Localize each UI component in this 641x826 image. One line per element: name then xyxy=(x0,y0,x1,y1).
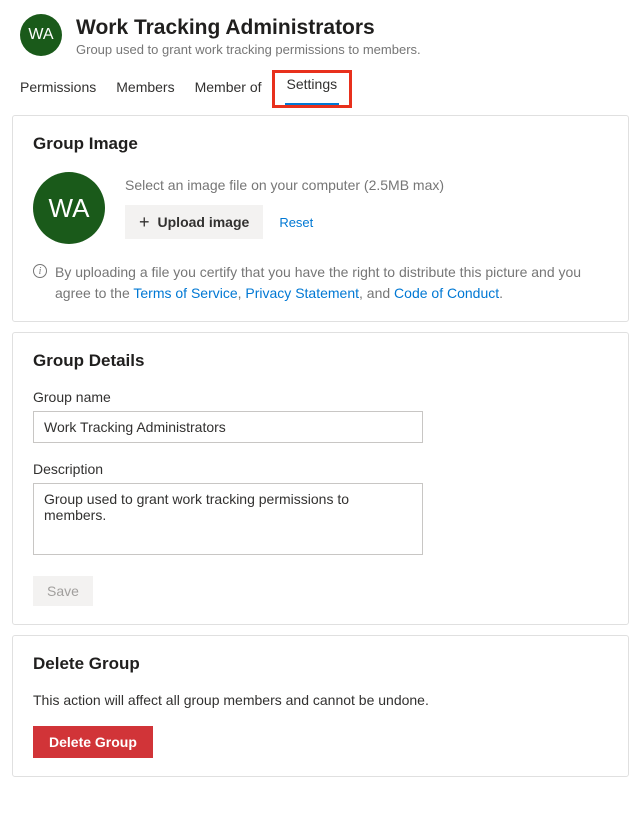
disclaimer-suffix: . xyxy=(499,285,503,301)
page-header: WA Work Tracking Administrators Group us… xyxy=(0,0,641,63)
group-avatar-large: WA xyxy=(33,172,105,244)
image-row: WA Select an image file on your computer… xyxy=(33,172,608,244)
privacy-statement-link[interactable]: Privacy Statement xyxy=(245,285,359,301)
upload-image-button[interactable]: + Upload image xyxy=(125,205,263,239)
upload-disclaimer: By uploading a file you certify that you… xyxy=(55,262,608,303)
group-name-input[interactable] xyxy=(33,411,423,443)
description-label: Description xyxy=(33,461,608,477)
group-image-card: Group Image WA Select an image file on y… xyxy=(12,115,629,322)
description-field: Description Group used to grant work tra… xyxy=(33,461,608,558)
image-actions: Select an image file on your computer (2… xyxy=(125,177,444,239)
group-name-label: Group name xyxy=(33,389,608,405)
reset-link[interactable]: Reset xyxy=(279,215,313,230)
delete-group-card: Delete Group This action will affect all… xyxy=(12,635,629,777)
plus-icon: + xyxy=(139,213,150,231)
code-of-conduct-link[interactable]: Code of Conduct xyxy=(394,285,499,301)
group-details-card: Group Details Group name Description Gro… xyxy=(12,332,629,625)
page-title: Work Tracking Administrators xyxy=(76,14,421,41)
tab-member-of[interactable]: Member of xyxy=(185,73,272,105)
group-details-heading: Group Details xyxy=(33,351,608,371)
delete-group-heading: Delete Group xyxy=(33,654,608,674)
info-icon: i xyxy=(33,264,47,278)
tab-members[interactable]: Members xyxy=(106,73,184,105)
delete-group-button[interactable]: Delete Group xyxy=(33,726,153,758)
disclaimer-row: i By uploading a file you certify that y… xyxy=(33,262,608,303)
group-avatar: WA xyxy=(20,14,62,56)
sep2: , and xyxy=(359,285,394,301)
upload-hint: Select an image file on your computer (2… xyxy=(125,177,444,193)
description-input[interactable]: Group used to grant work tracking permis… xyxy=(33,483,423,555)
group-name-field: Group name xyxy=(33,389,608,443)
header-text: Work Tracking Administrators Group used … xyxy=(76,14,421,57)
save-button[interactable]: Save xyxy=(33,576,93,606)
action-row: + Upload image Reset xyxy=(125,205,444,239)
tab-permissions[interactable]: Permissions xyxy=(20,73,106,105)
tab-settings[interactable]: Settings xyxy=(272,70,353,108)
group-image-heading: Group Image xyxy=(33,134,608,154)
terms-of-service-link[interactable]: Terms of Service xyxy=(133,285,237,301)
tab-bar: Permissions Members Member of Settings xyxy=(0,63,641,105)
page-subtitle: Group used to grant work tracking permis… xyxy=(76,42,421,57)
delete-warning: This action will affect all group member… xyxy=(33,692,608,708)
upload-image-label: Upload image xyxy=(158,214,250,230)
